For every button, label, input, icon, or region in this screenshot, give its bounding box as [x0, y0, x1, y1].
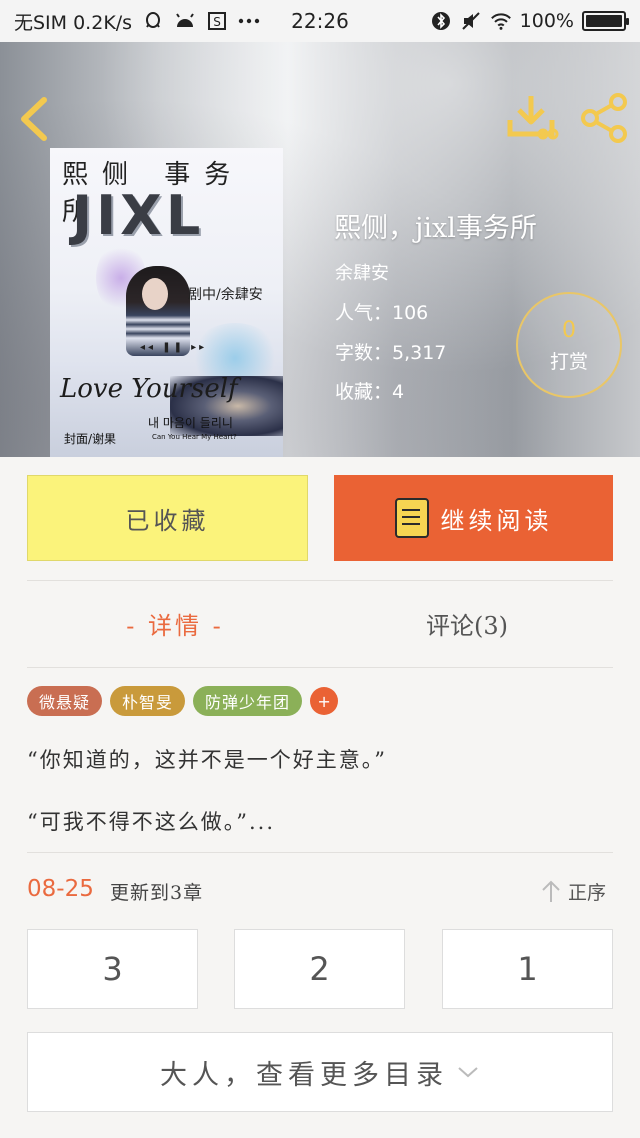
tag[interactable]: 朴智旻 — [110, 686, 186, 716]
tab-detail[interactable]: - 详情 - — [60, 606, 290, 641]
update-text: 更新到3章 — [110, 882, 204, 904]
status-right: 100% — [430, 10, 629, 32]
sort-order-button[interactable]: 正序 — [540, 876, 606, 906]
book-header: 熙侧 事务所 JIXL 剧中/余肆安 ◂◂ ❚❚ ▸▸ Love Yoursel… — [0, 42, 640, 457]
android-icon — [174, 10, 196, 32]
sort-order-label: 正序 — [568, 881, 607, 904]
carrier-text: 无SIM 0.2K/s — [14, 11, 133, 34]
qq-icon — [142, 10, 164, 32]
book-word-count: 字数：5,317 — [335, 342, 447, 364]
mute-icon — [460, 10, 482, 32]
chevron-down-icon — [458, 1067, 478, 1078]
battery-percent: 100% — [519, 10, 574, 32]
svg-text:S: S — [213, 15, 221, 29]
chapter-item[interactable]: 3 — [27, 929, 198, 1009]
tag[interactable]: 微悬疑 — [27, 686, 103, 716]
update-date: 08-25 — [27, 876, 94, 902]
share-icon — [581, 93, 627, 143]
divider — [27, 667, 613, 668]
book-icon — [394, 498, 429, 538]
book-popularity: 人气：106 — [335, 302, 429, 324]
divider — [27, 580, 613, 581]
add-tag-button[interactable]: + — [310, 687, 339, 715]
wifi-icon — [490, 10, 512, 32]
continue-reading-button[interactable]: 继续阅读 — [334, 475, 613, 561]
collected-label: 已收藏 — [125, 506, 210, 535]
tip-label: 打赏 — [549, 351, 588, 373]
cover-caption: 剧中/余肆安 — [188, 287, 263, 303]
cover-face — [142, 278, 168, 310]
chapter-item[interactable]: 2 — [234, 929, 405, 1009]
s-icon: S — [206, 10, 228, 32]
download-button[interactable] — [506, 94, 560, 144]
chevron-left-icon — [21, 97, 47, 141]
battery-level — [586, 15, 622, 27]
continue-reading-label: 继续阅读 — [440, 506, 553, 535]
share-button[interactable] — [578, 92, 630, 144]
cover-korean-subtitle: Can You Hear My Heart? — [152, 433, 237, 441]
battery-icon — [582, 11, 629, 31]
summary-line[interactable]: “可我不得不这么做。”... — [27, 806, 275, 836]
cover-credit: 封面/谢果 — [64, 432, 117, 446]
bluetooth-icon — [430, 10, 452, 32]
tag-list: 微悬疑 朴智旻 防弹少年团 + — [27, 686, 339, 716]
cover-love-text: Love Yourself — [60, 374, 238, 404]
tag[interactable]: 防弹少年团 — [193, 686, 303, 716]
tip-count: 0 — [562, 318, 576, 343]
cover-korean-text: 내 마음이 들리니 — [148, 416, 233, 430]
summary-line: “你知道的，这并不是一个好主意。” — [27, 748, 387, 772]
book-author[interactable]: 余肆安 — [335, 259, 389, 285]
tab-comments[interactable]: 评论(3) — [352, 606, 582, 641]
book-favorites: 收藏：4 — [335, 381, 405, 403]
chapter-item[interactable]: 1 — [442, 929, 613, 1009]
book-cover[interactable]: 熙侧 事务所 JIXL 剧中/余肆安 ◂◂ ❚❚ ▸▸ Love Yoursel… — [50, 148, 283, 457]
back-button[interactable] — [14, 94, 54, 144]
status-bar: 无SIM 0.2K/s S 22:26 100% — [0, 0, 640, 42]
more-dots-icon — [238, 10, 260, 32]
collected-button[interactable]: 已收藏 — [27, 475, 308, 561]
download-icon — [507, 96, 559, 140]
cover-player-controls: ◂◂ ❚❚ ▸▸ — [140, 342, 208, 353]
more-chapters-button[interactable]: 大人，查看更多目录 — [27, 1032, 613, 1112]
more-chapters-label: 大人，查看更多目录 — [160, 1059, 448, 1091]
status-left: 无SIM 0.2K/s S — [14, 8, 284, 35]
divider — [27, 852, 613, 853]
cover-logo: JIXL — [72, 184, 205, 247]
book-title: 熙侧，jixl事务所 — [334, 213, 537, 244]
arrow-up-icon — [542, 880, 560, 902]
tip-button[interactable]: 0 打赏 — [516, 292, 622, 398]
